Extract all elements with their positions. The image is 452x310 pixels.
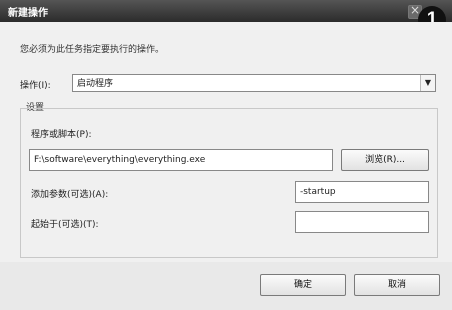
window-title: 新建操作: [8, 8, 48, 19]
action-select-value: 启动程序: [77, 79, 114, 89]
title-bar: 新建操作: [0, 0, 452, 22]
ok-button[interactable]: 确定: [260, 274, 346, 296]
dialog-description: 您必须为此任务指定要执行的操作。: [20, 45, 165, 55]
start-in-input[interactable]: [295, 211, 429, 233]
settings-group: 程序或脚本(P): F:\software\everything\everyth…: [20, 108, 438, 258]
action-label: 操作(I):: [20, 81, 51, 91]
dialog-footer: 确定 取消: [0, 262, 452, 310]
program-path-input[interactable]: F:\software\everything\everything.exe: [29, 149, 333, 171]
action-row: 操作(I): 启动程序 ▼: [20, 74, 440, 94]
arguments-input[interactable]: -startup: [295, 181, 429, 203]
cancel-button[interactable]: 取消: [354, 274, 440, 296]
action-select[interactable]: 启动程序 ▼: [72, 74, 436, 92]
arguments-label: 添加参数(可选)(A):: [31, 190, 109, 200]
dialog-content: 您必须为此任务指定要执行的操作。 操作(I): 启动程序 ▼ 设置 程序或脚本(…: [0, 22, 452, 310]
program-label: 程序或脚本(P):: [31, 130, 92, 140]
chevron-down-icon[interactable]: ▼: [420, 75, 435, 91]
start-in-label: 起始于(可选)(T):: [31, 220, 99, 230]
browse-button[interactable]: 浏览(R)...: [341, 149, 429, 171]
